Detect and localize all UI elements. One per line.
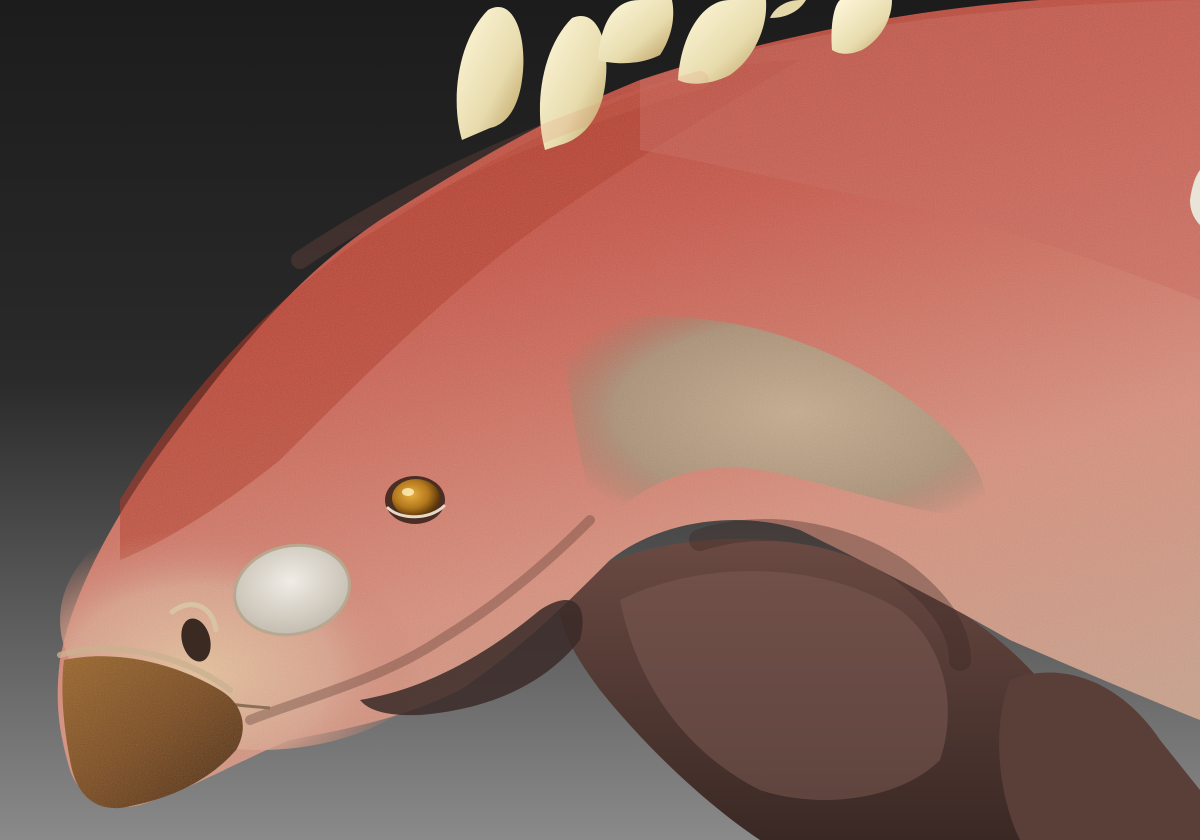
eye-icon xyxy=(385,476,446,524)
render-viewport xyxy=(0,0,1200,840)
sculpt-render xyxy=(0,0,1200,840)
